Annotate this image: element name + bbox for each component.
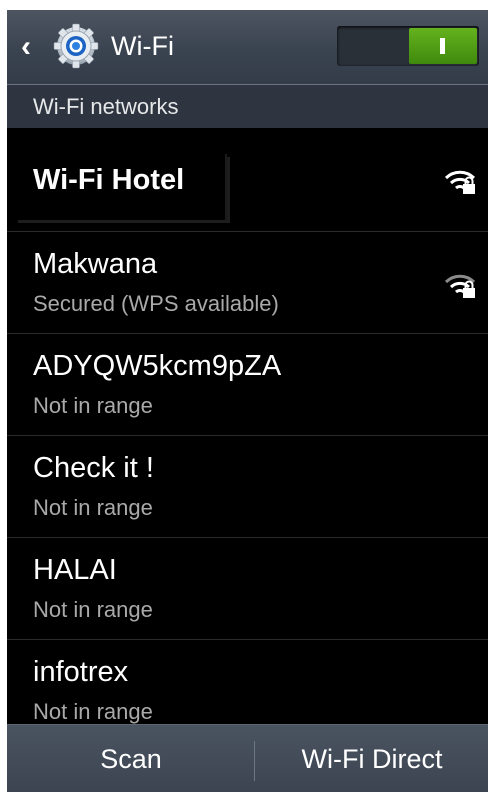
action-bar: ‹ Wi-Fi	[7, 10, 488, 85]
toggle-on-indicator	[409, 28, 477, 64]
network-row-adyqw5kcm9pza[interactable]: ADYQW5kcm9pZA Not in range	[7, 334, 488, 436]
network-list: Wi-Fi Hotel Makwana Secured (WPS availab…	[7, 128, 488, 724]
network-row-infotrex[interactable]: infotrex Not in range	[7, 640, 488, 724]
back-chevron-icon[interactable]: ‹	[21, 30, 49, 64]
network-name: ADYQW5kcm9pZA	[33, 350, 282, 382]
network-name: Makwana	[33, 248, 158, 280]
screen: ‹ Wi-Fi Wi-Fi networks Wi-Fi Hotel Makwa…	[7, 10, 488, 792]
network-name: Check it !	[33, 452, 154, 484]
network-name: HALAI	[33, 554, 117, 586]
network-status: Not in range	[33, 597, 153, 622]
network-row-check-it[interactable]: Check it ! Not in range	[7, 436, 488, 538]
bottom-action-bar: Scan Wi-Fi Direct	[7, 724, 488, 792]
network-row-wifi-hotel[interactable]: Wi-Fi Hotel	[7, 128, 488, 232]
network-status: Not in range	[33, 495, 153, 520]
button-divider	[254, 741, 255, 781]
network-status: Not in range	[33, 393, 153, 418]
page-title: Wi-Fi	[111, 31, 174, 61]
wifi-toggle[interactable]	[337, 26, 479, 66]
network-status: Not in range	[33, 699, 153, 724]
network-name: infotrex	[33, 656, 129, 688]
wifi-lock-icon	[444, 170, 476, 194]
scan-button[interactable]: Scan	[7, 725, 255, 792]
section-header: Wi-Fi networks	[7, 85, 488, 128]
wifi-lock-icon	[444, 274, 476, 298]
settings-gear-icon[interactable]	[53, 23, 99, 69]
network-row-halai[interactable]: HALAI Not in range	[7, 538, 488, 640]
network-row-makwana[interactable]: Makwana Secured (WPS available)	[7, 232, 488, 334]
network-name: Wi-Fi Hotel	[33, 164, 185, 196]
wifi-direct-button[interactable]: Wi-Fi Direct	[256, 725, 488, 792]
network-status: Secured (WPS available)	[33, 291, 279, 316]
